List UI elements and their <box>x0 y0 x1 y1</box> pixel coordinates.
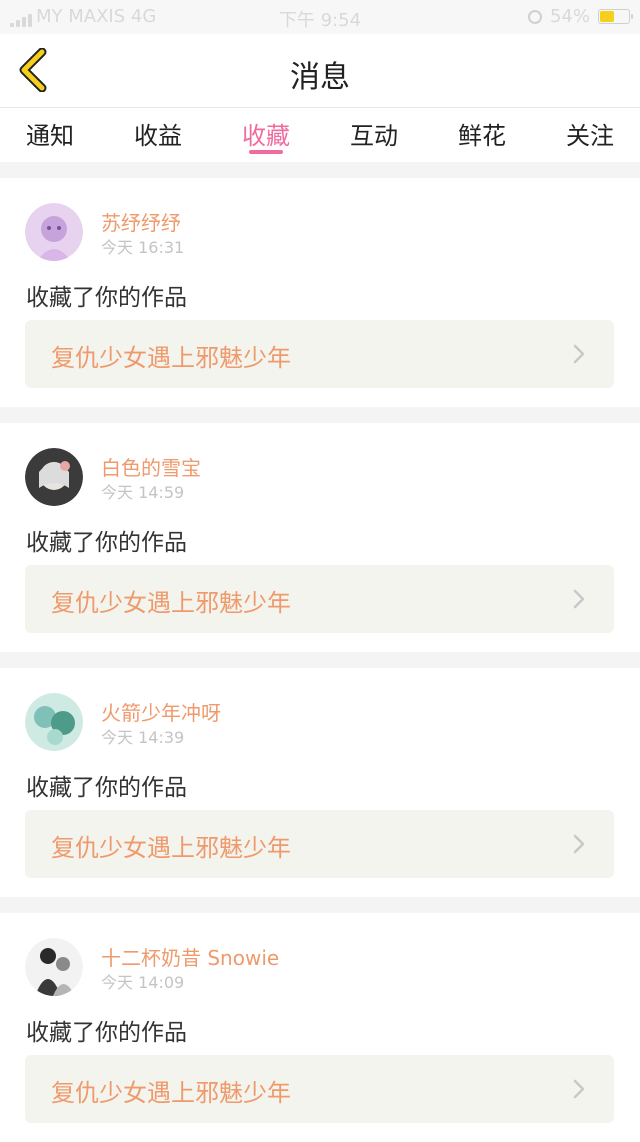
battery-percent: 54% <box>549 6 590 27</box>
timestamp: 今天 14:39 <box>101 728 185 747</box>
tab-flowers[interactable]: 鲜花 <box>450 108 514 162</box>
work-link[interactable]: 复仇少女遇上邪魅少年 <box>25 320 614 388</box>
tab-notifications[interactable]: 通知 <box>18 108 82 162</box>
tab-favorites[interactable]: 收藏 <box>234 108 298 162</box>
work-link[interactable]: 复仇少女遇上邪魅少年 <box>25 810 614 878</box>
avatar[interactable] <box>25 693 83 751</box>
work-link[interactable]: 复仇少女遇上邪魅少年 <box>25 565 614 633</box>
chevron-right-icon <box>573 589 585 609</box>
tab-interactions[interactable]: 互动 <box>342 108 406 162</box>
message-card: 十二杯奶昔 Snowie 今天 14:09 收藏了你的作品 复仇少女遇上邪魅少年 <box>0 913 640 1142</box>
username[interactable]: 十二杯奶昔 Snowie <box>101 942 279 971</box>
avatar[interactable] <box>25 938 83 996</box>
timestamp: 今天 14:09 <box>101 973 185 992</box>
action-text: 收藏了你的作品 <box>26 1020 187 1046</box>
alarm-icon <box>527 9 542 24</box>
chevron-right-icon <box>573 834 585 854</box>
tab-earnings[interactable]: 收益 <box>126 108 190 162</box>
message-card: 白色的雪宝 今天 14:59 收藏了你的作品 复仇少女遇上邪魅少年 <box>0 423 640 652</box>
avatar[interactable] <box>25 203 83 261</box>
message-card: 火箭少年冲呀 今天 14:39 收藏了你的作品 复仇少女遇上邪魅少年 <box>0 668 640 897</box>
action-text: 收藏了你的作品 <box>26 285 187 311</box>
chevron-right-icon <box>573 344 585 364</box>
message-list: 苏纾纾纾 今天 16:31 收藏了你的作品 复仇少女遇上邪魅少年 白色的雪宝 今… <box>0 162 640 1142</box>
tab-bar: 通知 收益 收藏 互动 鲜花 关注 <box>0 108 640 162</box>
work-title: 复仇少女遇上邪魅少年 <box>51 589 291 617</box>
status-bar: MY MAXIS 4G 下午 9:54 54% <box>0 0 640 34</box>
action-text: 收藏了你的作品 <box>26 775 187 801</box>
username[interactable]: 苏纾纾纾 <box>101 207 181 236</box>
work-link[interactable]: 复仇少女遇上邪魅少年 <box>25 1055 614 1123</box>
username[interactable]: 白色的雪宝 <box>101 452 201 481</box>
page-title: 消息 <box>290 60 350 95</box>
timestamp: 今天 16:31 <box>101 238 185 257</box>
avatar[interactable] <box>25 448 83 506</box>
work-title: 复仇少女遇上邪魅少年 <box>51 834 291 862</box>
work-title: 复仇少女遇上邪魅少年 <box>51 1079 291 1107</box>
chevron-right-icon <box>573 1079 585 1099</box>
message-card: 苏纾纾纾 今天 16:31 收藏了你的作品 复仇少女遇上邪魅少年 <box>0 178 640 407</box>
action-text: 收藏了你的作品 <box>26 530 187 556</box>
tab-follows[interactable]: 关注 <box>558 108 622 162</box>
nav-bar: 消息 <box>0 34 640 108</box>
battery-icon <box>598 9 633 24</box>
timestamp: 今天 14:59 <box>101 483 185 502</box>
work-title: 复仇少女遇上邪魅少年 <box>51 344 291 372</box>
status-right: 54% <box>527 6 633 27</box>
username[interactable]: 火箭少年冲呀 <box>101 697 221 726</box>
